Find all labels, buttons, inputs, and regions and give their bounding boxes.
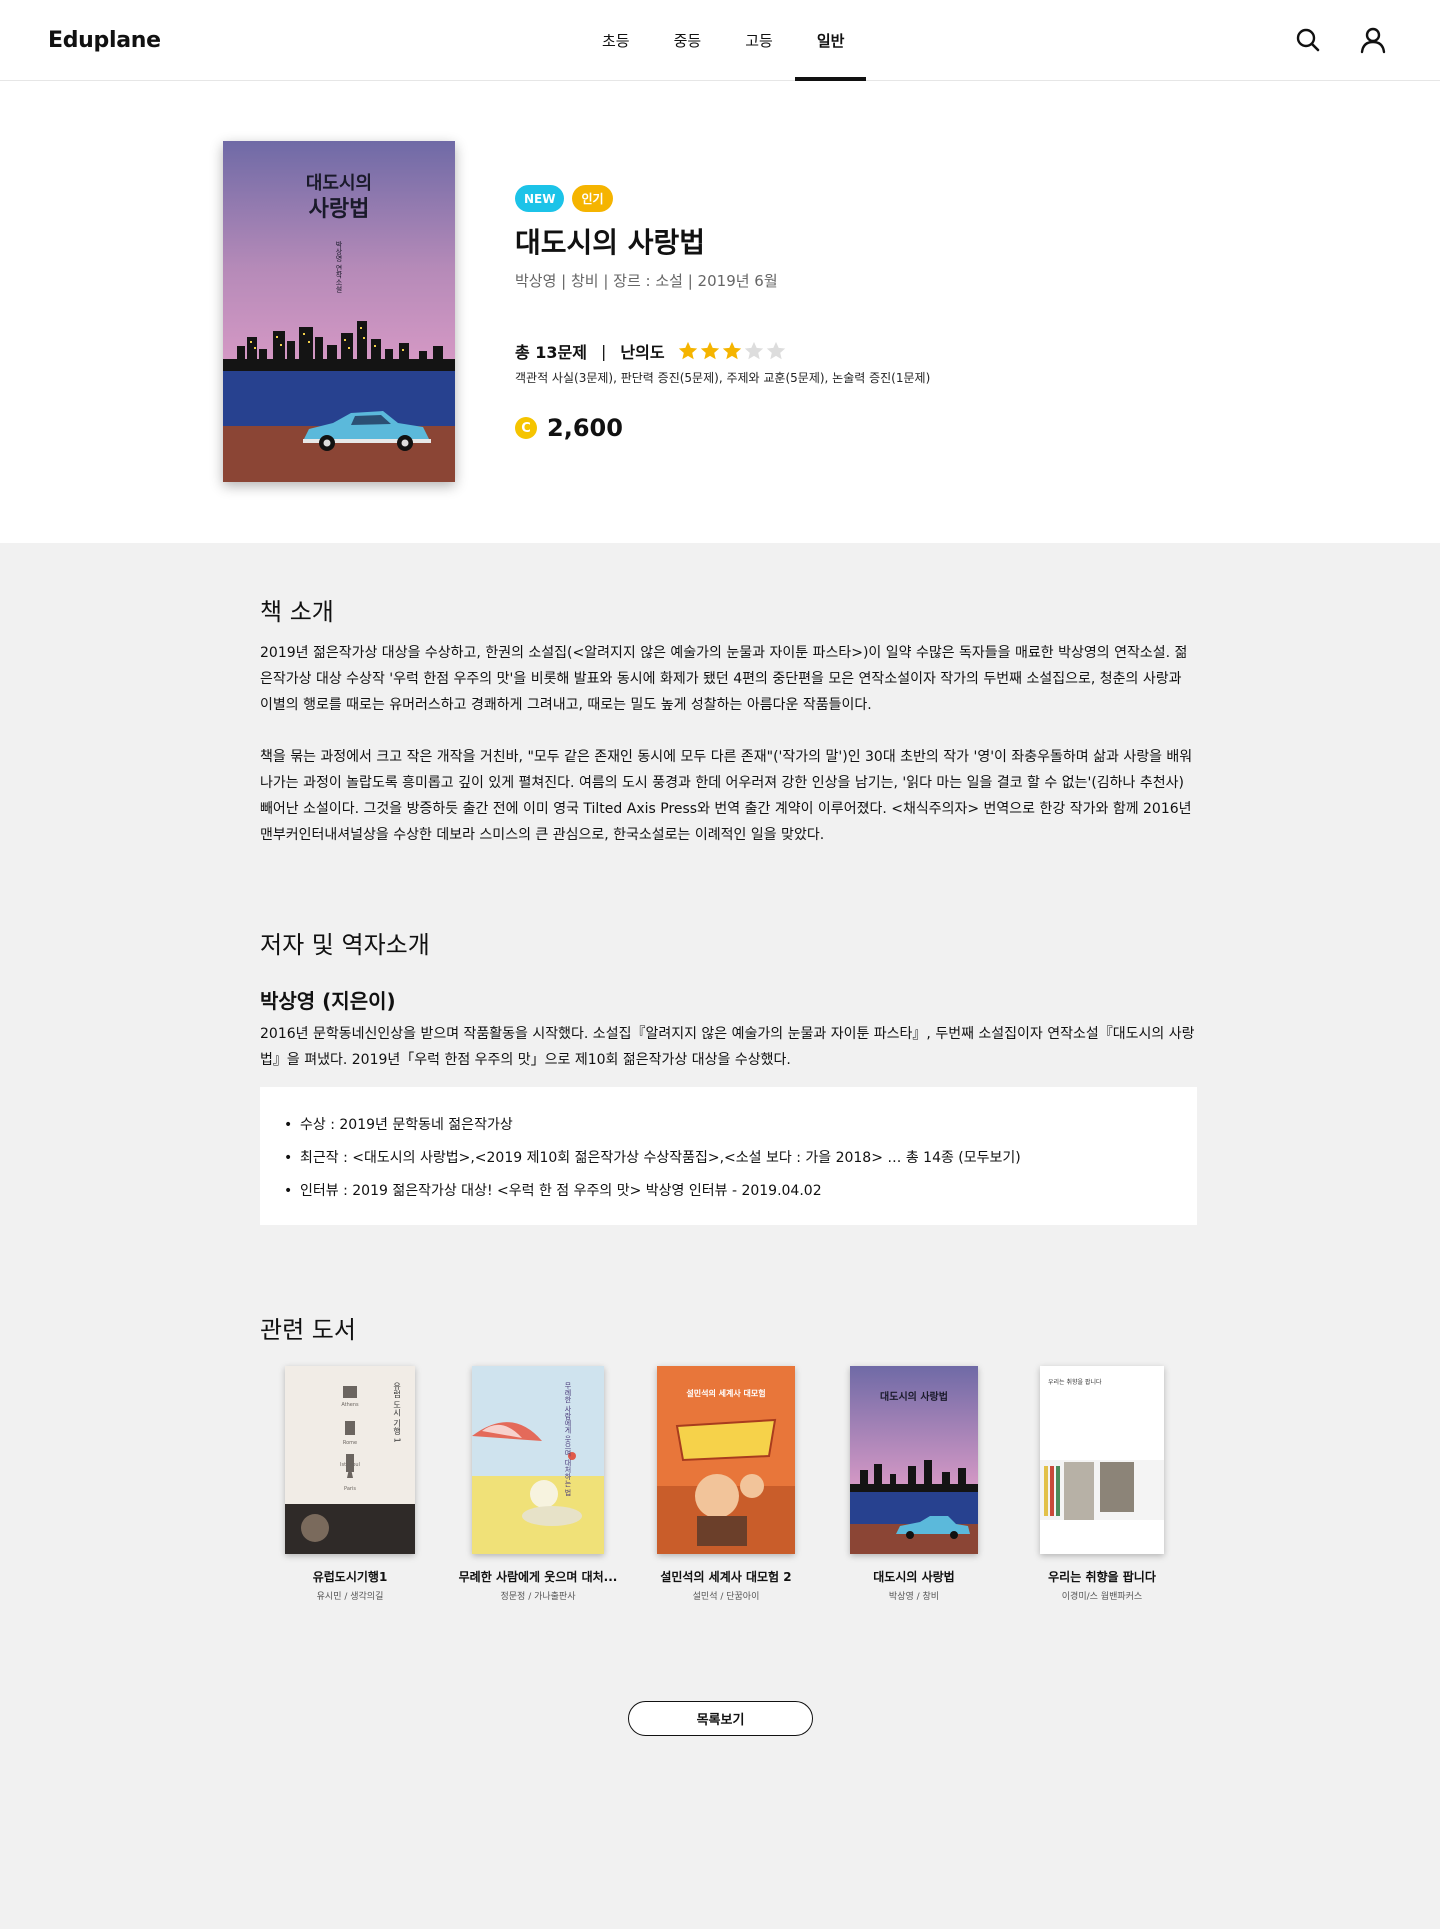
author-award: 수상 : 2019년 문학동네 젊은작가상 <box>284 1109 1173 1142</box>
search-icon[interactable] <box>1294 26 1322 54</box>
cover-text-2: 무례한 사람에게 웃으며 대처하는 법 <box>564 1382 572 1496</box>
related-books: Athens Rome Istanbul Paris 유럽 도시 기행 1 유럽… <box>260 1366 1197 1606</box>
main-nav: 초등 중등 고등 일반 <box>580 0 867 81</box>
related-title-5[interactable]: 우리는 취향을 팝니다 <box>1012 1568 1192 1585</box>
author-interview[interactable]: 인터뷰 : 2019 젊은작가상 대상! <우럭 한 점 우주의 맛> 박상영 … <box>284 1175 1173 1208</box>
star-empty-icon <box>743 340 765 362</box>
book-title: 대도시의 사랑법 <box>515 226 706 259</box>
related-cover-2[interactable]: 무례한 사람에게 웃으며 대처하는 법 <box>472 1366 604 1554</box>
author-facts: 수상 : 2019년 문학동네 젊은작가상 최근작 : <대도시의 사랑법>,<… <box>260 1087 1197 1225</box>
related-title: 관련 도서 <box>260 1316 356 1344</box>
site-header: Eduplane 초등 중등 고등 일반 <box>0 0 1440 81</box>
author-recent-works[interactable]: 최근작 : <대도시의 사랑법>,<2019 제10회 젊은작가상 수상작품집>… <box>284 1142 1173 1175</box>
author-name: 박상영 (지은이) <box>260 989 396 1013</box>
user-icon[interactable] <box>1359 26 1387 54</box>
star-filled-icon <box>699 340 721 362</box>
cover-author: 박상영 연작소설 <box>335 240 343 292</box>
star-filled-icon <box>721 340 743 362</box>
list-view-button[interactable]: 목록보기 <box>628 1701 813 1736</box>
coin-icon: C <box>515 417 537 439</box>
author-bio: 2016년 문학동네신인상을 받으며 작품활동을 시작했다. 소설집『알려지지 … <box>260 1026 1195 1068</box>
price: C 2,600 <box>515 414 623 442</box>
cover-city-1: Athens <box>341 1402 359 1408</box>
author-section-title: 저자 및 역자소개 <box>260 931 430 959</box>
cover-title-2: 사랑법 <box>309 196 370 222</box>
logo[interactable]: Eduplane <box>48 28 161 53</box>
related-sub-1: 유시민 / 생각의길 <box>316 1592 384 1602</box>
book-hero: 대도시의 사랑법 박상영 연작소설 NEW 인기 대도시의 사랑법 박상영 | … <box>0 81 1440 543</box>
related-sub-3: 설민석 / 단꿈아이 <box>692 1592 760 1602</box>
related-sub-5: 이경미/스 웜밴파커스 <box>1061 1592 1143 1602</box>
star-filled-icon <box>677 340 699 362</box>
question-count: 총 13문제 <box>515 343 587 362</box>
nav-elementary[interactable]: 초등 <box>580 0 652 81</box>
related-cover-4[interactable]: 대도시의 사랑법 <box>850 1366 978 1554</box>
intro-title: 책 소개 <box>260 598 334 626</box>
cover-title-1: 대도시의 <box>306 173 372 194</box>
cover-text-1: 유럽 도시 기행 1 <box>393 1382 402 1443</box>
cover-city-4: Paris <box>344 1486 356 1492</box>
book-meta: 박상영 | 창비 | 장르 : 소설 | 2019년 6월 <box>515 272 778 290</box>
related-cover-1[interactable]: Athens Rome Istanbul Paris 유럽 도시 기행 1 <box>285 1366 415 1554</box>
star-empty-icon <box>765 340 787 362</box>
related-book-4[interactable]: 대도시의 사랑법 대도시의 사랑법 박상영 / 창비 <box>824 1366 1004 1602</box>
related-cover-3[interactable]: 설민석의 세계사 대모험 <box>657 1366 795 1554</box>
question-detail: 객관적 사실(3문제), 판단력 증진(5문제), 주제와 교훈(5문제), 논… <box>515 371 931 385</box>
related-book-2[interactable]: 무례한 사람에게 웃으며 대처하는 법 무례한 사람에게 웃으며 대처... 정… <box>448 1366 628 1602</box>
related-cover-5[interactable]: 우리는 취향을 팝니다 <box>1040 1366 1164 1554</box>
cover-city-3: Istanbul <box>340 1462 360 1468</box>
price-value: 2,600 <box>547 414 623 442</box>
intro-paragraph-2: 책을 묶는 과정에서 크고 작은 개작을 거친바, "모두 같은 존재인 동시에… <box>260 749 1193 843</box>
question-summary: 총 13문제 | 난의도 <box>515 339 787 363</box>
related-sub-2: 정문정 / 가나출판사 <box>500 1592 576 1602</box>
intro-paragraph-1: 2019년 젊은작가상 대상을 수상하고, 한권의 소설집(<알려지지 않은 예… <box>260 645 1188 713</box>
cover-text-4: 대도시의 사랑법 <box>880 1390 948 1403</box>
book-cover: 대도시의 사랑법 박상영 연작소설 <box>223 141 455 482</box>
related-title-1[interactable]: 유럽도시기행1 <box>260 1568 440 1585</box>
related-book-3[interactable]: 설민석의 세계사 대모험 설민석의 세계사 대모험 2 설민석 / 단꿈아이 <box>636 1366 816 1602</box>
related-book-5[interactable]: 우리는 취향을 팝니다 우리는 취향을 팝니다 이경미/스 웜밴파커스 <box>1012 1366 1192 1602</box>
nav-general[interactable]: 일반 <box>794 0 867 81</box>
related-sub-4: 박상영 / 창비 <box>888 1592 940 1602</box>
nav-high[interactable]: 고등 <box>723 0 795 81</box>
difficulty-label: 난의도 <box>620 343 665 362</box>
cover-city-2: Rome <box>343 1440 357 1446</box>
related-title-4[interactable]: 대도시의 사랑법 <box>824 1568 1004 1585</box>
new-badge: NEW <box>515 185 565 212</box>
nav-middle[interactable]: 중등 <box>652 0 724 81</box>
difficulty-stars <box>677 340 787 362</box>
separator: | <box>601 341 607 361</box>
cover-text-3: 설민석의 세계사 대모험 <box>686 1388 765 1398</box>
popular-badge: 인기 <box>572 185 613 212</box>
badge-group: NEW 인기 <box>515 185 613 212</box>
related-book-1[interactable]: Athens Rome Istanbul Paris 유럽 도시 기행 1 유럽… <box>260 1366 440 1602</box>
related-title-3[interactable]: 설민석의 세계사 대모험 2 <box>636 1568 816 1585</box>
related-title-2[interactable]: 무례한 사람에게 웃으며 대처... <box>448 1568 628 1585</box>
cover-text-5: 우리는 취향을 팝니다 <box>1048 1378 1102 1386</box>
